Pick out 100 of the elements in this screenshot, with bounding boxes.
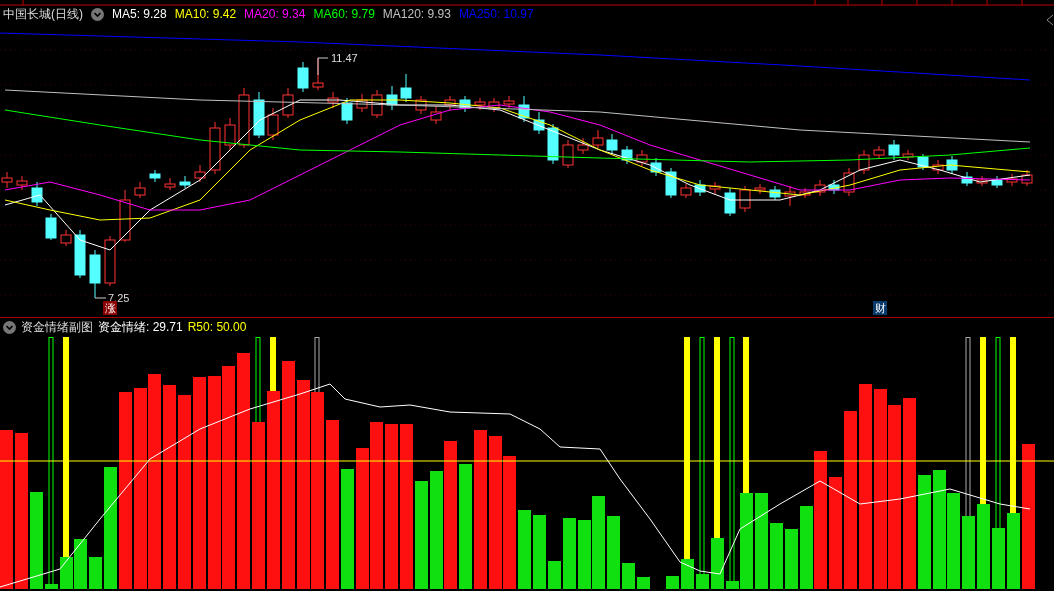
candlestick	[224, 117, 236, 151]
indicator-bar	[681, 559, 694, 589]
indicator-value: MA10: 9.42	[174, 7, 237, 21]
candlestick	[888, 139, 900, 161]
candlestick	[474, 97, 486, 111]
candlestick	[577, 137, 589, 155]
candlestick	[45, 213, 57, 241]
candlestick	[400, 73, 412, 103]
candlestick	[754, 183, 766, 195]
event-marker[interactable]: 涨	[103, 301, 117, 315]
chart-title: 中国长城(日线)	[3, 5, 83, 23]
indicator-value: R50: 50.00	[187, 320, 247, 334]
candlestick	[209, 121, 221, 175]
candlestick	[650, 157, 662, 177]
low-price-leader-line	[94, 297, 107, 299]
indicator-bar	[637, 577, 650, 589]
indicator-value: MA20: 9.34	[244, 7, 306, 21]
indicator-bar	[578, 520, 591, 589]
candlestick	[814, 179, 826, 197]
candlestick	[134, 181, 146, 199]
candlestick	[386, 85, 398, 111]
indicator-bar	[666, 576, 679, 589]
candlestick	[799, 187, 811, 199]
indicator-value: MA5: 9.28	[112, 7, 167, 21]
candlestick	[89, 249, 101, 299]
candlestick	[562, 139, 574, 169]
candlestick	[665, 167, 677, 199]
candlestick	[371, 89, 383, 119]
candlestick	[31, 181, 43, 207]
candlestick	[533, 111, 545, 135]
candlestick	[164, 177, 176, 191]
candlestick	[1006, 173, 1018, 187]
candlestick	[341, 97, 353, 125]
candlestick	[858, 149, 870, 175]
candlestick	[606, 133, 618, 155]
candlestick	[902, 149, 914, 161]
candlestick	[636, 149, 648, 167]
signal-bar	[270, 337, 276, 391]
indicator-bar	[992, 528, 1005, 589]
indicator-bar	[711, 538, 724, 589]
candlestick	[976, 175, 988, 187]
candlestick	[547, 123, 559, 165]
candlestick	[828, 179, 840, 195]
candlestick	[961, 171, 973, 187]
candlestick	[932, 159, 944, 175]
indicator-value: MA120: 9.93	[382, 7, 451, 21]
candlestick	[282, 87, 294, 119]
candlestick	[356, 93, 368, 113]
candlestick	[1021, 169, 1033, 187]
dropdown-toggle[interactable]	[91, 7, 104, 21]
event-marker[interactable]: 财	[873, 301, 887, 315]
candlestick	[60, 229, 72, 247]
candlestick	[149, 169, 161, 183]
candlestick	[621, 145, 633, 165]
dropdown-toggle[interactable]	[3, 320, 16, 334]
indicator-value: MA60: 9.79	[313, 7, 375, 21]
indicator-bar	[770, 523, 783, 589]
chevron-left-icon[interactable]	[1046, 14, 1054, 26]
high-price-leader-line	[317, 57, 329, 76]
candlestick	[784, 185, 796, 207]
candlestick	[74, 229, 86, 279]
indicator-bar	[89, 557, 102, 589]
candlestick	[724, 187, 736, 217]
candlestick	[327, 91, 339, 109]
high-price-label: 11.47	[331, 52, 358, 64]
indicator-bar	[785, 529, 798, 589]
candlestick	[194, 164, 206, 183]
candlestick	[991, 175, 1003, 189]
candlestick	[769, 185, 781, 201]
candlestick	[843, 167, 855, 197]
indicator-bar	[622, 563, 635, 589]
candlestick	[488, 97, 500, 113]
candlestick	[119, 189, 131, 243]
candlestick	[709, 181, 721, 195]
candlestick	[503, 95, 515, 109]
chevron-down-icon	[3, 320, 16, 334]
candlestick	[253, 91, 265, 139]
signal-bar	[314, 337, 320, 393]
indicator-bar	[563, 518, 576, 589]
candlestick	[238, 87, 250, 149]
indicator-value: MA250: 10.97	[458, 7, 534, 21]
candlestick	[444, 95, 456, 111]
chevron-down-icon	[91, 7, 104, 21]
candlestick	[873, 145, 885, 159]
candlestick	[430, 105, 442, 125]
low-price-label: 7.25	[108, 292, 130, 304]
indicator-value: 资金情绪: 29.71	[98, 318, 183, 336]
candlestick	[946, 155, 958, 175]
indicator-bar	[696, 574, 709, 589]
candlestick	[179, 175, 191, 189]
candlestick	[459, 95, 471, 113]
candlestick	[415, 95, 427, 115]
candlestick	[694, 179, 706, 197]
indicator-bar	[45, 584, 58, 589]
candlestick	[592, 129, 604, 149]
candlestick	[739, 185, 751, 213]
candlestick	[267, 107, 279, 141]
indicator-panel-title: 资金情绪副图	[21, 318, 93, 336]
indicator-bar	[548, 561, 561, 589]
candlestick	[297, 61, 309, 93]
